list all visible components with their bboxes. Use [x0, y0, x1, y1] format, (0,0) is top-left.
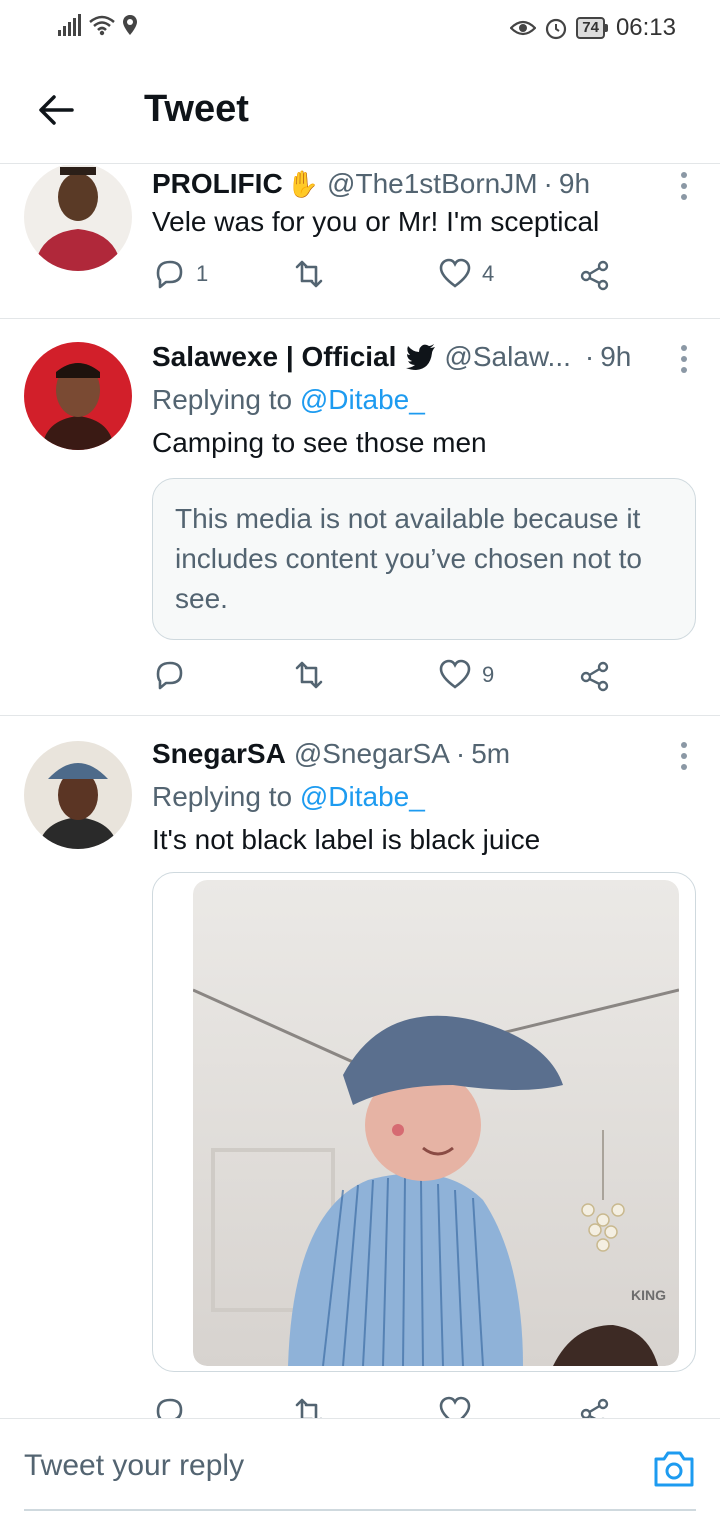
signal-icon	[58, 14, 81, 36]
tweet-time: 9h	[600, 341, 632, 372]
reply-button[interactable]	[152, 658, 196, 692]
more-options-button[interactable]	[672, 342, 696, 376]
tweet-time: 5m	[471, 738, 511, 769]
top-app-bar: Tweet	[0, 58, 720, 164]
svg-text:KING: KING	[631, 1287, 666, 1303]
like-button[interactable]: 4	[438, 257, 494, 291]
tweet-text: It's not black label is black juice	[152, 824, 541, 855]
camera-icon	[654, 1451, 694, 1487]
wifi-icon	[89, 15, 115, 36]
tweet-photo[interactable]: KING	[193, 880, 679, 1366]
share-icon	[580, 661, 609, 692]
share-button[interactable]	[578, 257, 612, 291]
author-name[interactable]: PROLIFIC	[152, 168, 283, 200]
meta-separator: ·	[543, 168, 553, 199]
tweet-time: 9h	[558, 168, 591, 199]
replying-to: Replying to @Ditabe_	[152, 781, 696, 813]
heart-icon	[439, 659, 471, 689]
reply-button[interactable]	[152, 1395, 186, 1418]
retweet-icon	[295, 260, 323, 288]
battery-indicator: 74	[576, 17, 608, 39]
reply-bar: Tweet your reply	[0, 1418, 720, 1520]
like-count: 4	[482, 261, 495, 286]
alarm-icon	[546, 18, 567, 40]
replying-prefix: Replying to	[152, 384, 293, 415]
more-options-button[interactable]	[672, 739, 696, 773]
avatar[interactable]	[24, 342, 132, 450]
retweet-button[interactable]	[292, 658, 336, 692]
replying-prefix: Replying to	[152, 781, 293, 812]
reply-icon	[156, 661, 183, 690]
meta-separator: ·	[584, 341, 595, 372]
tweet-text: Camping to see those men	[152, 427, 487, 458]
reply-count: 1	[196, 261, 209, 286]
author-handle[interactable]: @SnegarSA	[294, 738, 450, 770]
media-container[interactable]: KING	[152, 872, 696, 1372]
author-name[interactable]: Salawexe | Official	[152, 341, 396, 373]
retweet-icon	[295, 1398, 322, 1418]
media-unavailable-notice: This media is not available because it i…	[152, 478, 696, 640]
like-button[interactable]	[438, 1395, 472, 1418]
mention-link[interactable]: @Ditabe_	[300, 781, 425, 812]
page-title: Tweet	[144, 88, 249, 130]
reply-input[interactable]: Tweet your reply	[24, 1449, 244, 1483]
back-arrow-icon	[39, 95, 74, 125]
emoji-badge: ✋	[286, 168, 320, 199]
reply-icon	[156, 260, 183, 289]
avatar[interactable]	[24, 741, 132, 849]
back-button[interactable]	[36, 90, 76, 130]
heart-icon	[439, 1396, 471, 1418]
share-icon	[580, 260, 609, 291]
status-bar: 74 06:13	[0, 0, 720, 58]
more-options-button[interactable]	[672, 169, 696, 203]
tweet-item[interactable]: Salawexe | Official @Salaw... · 9h Reply…	[0, 320, 720, 716]
share-button[interactable]	[578, 658, 612, 692]
heart-icon	[439, 258, 471, 288]
like-button[interactable]: 9	[438, 658, 494, 692]
reply-input-underline	[24, 1509, 696, 1511]
avatar[interactable]	[24, 165, 132, 271]
retweet-button[interactable]	[292, 257, 336, 291]
tweet-text: Vele was for you or Mr! I'm sceptical	[152, 206, 600, 237]
reply-icon	[156, 1398, 183, 1418]
clock: 06:13	[615, 14, 676, 41]
retweet-button[interactable]	[292, 1395, 326, 1418]
location-icon	[123, 15, 137, 35]
battery-level: 74	[576, 17, 605, 39]
share-button[interactable]	[578, 1395, 612, 1418]
tweet-item[interactable]: PROLIFIC ✋ @The1stBornJM · 9h Vele was f…	[0, 165, 720, 319]
like-count: 9	[482, 662, 495, 687]
share-icon	[580, 1398, 609, 1418]
eye-icon	[510, 20, 537, 36]
twitter-bird-icon	[406, 344, 436, 370]
replying-to: Replying to @Ditabe_	[152, 384, 696, 416]
camera-button[interactable]	[652, 1449, 696, 1489]
mention-link[interactable]: @Ditabe_	[300, 384, 425, 415]
author-handle[interactable]: @Salaw...	[444, 341, 570, 373]
author-name[interactable]: SnegarSA	[152, 738, 286, 770]
meta-separator: ·	[455, 738, 466, 769]
tweet-item[interactable]: SnegarSA @SnegarSA · 5m Replying to @Dit…	[0, 717, 720, 1418]
reply-button[interactable]: 1	[152, 257, 208, 291]
author-handle[interactable]: @The1stBornJM	[327, 168, 538, 200]
retweet-icon	[295, 661, 323, 689]
